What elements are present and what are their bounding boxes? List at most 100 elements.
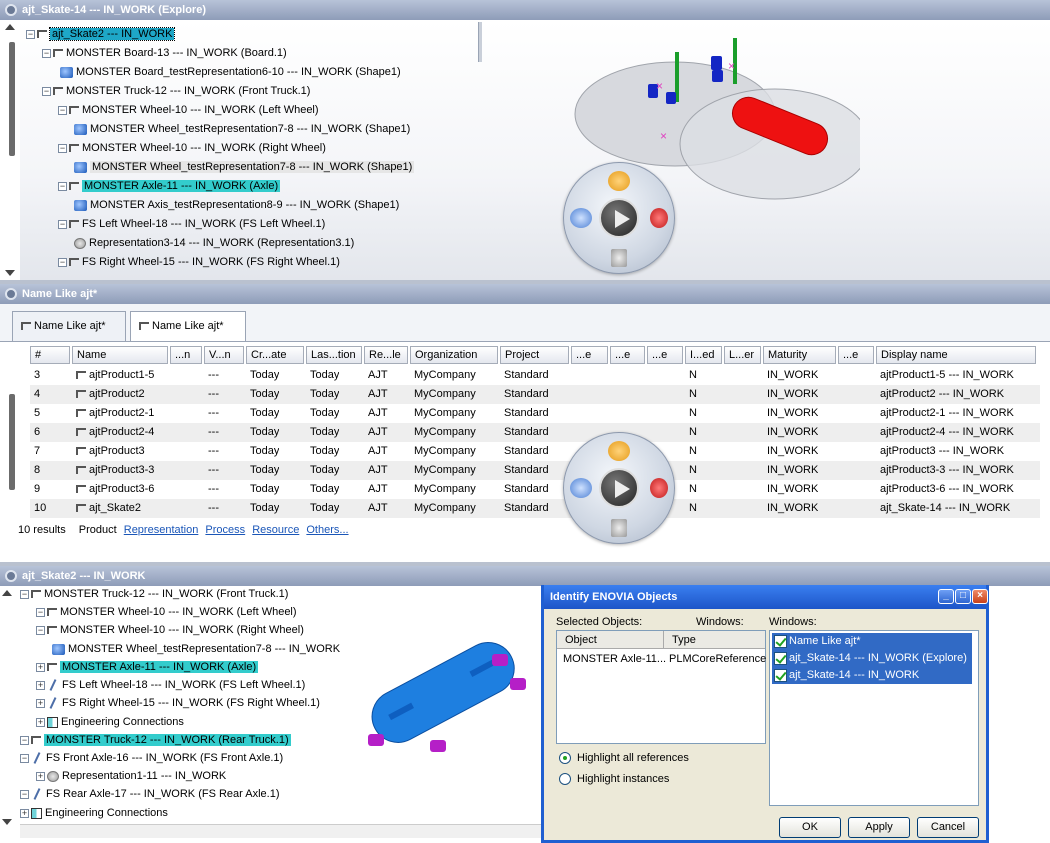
radio-highlight-all-label[interactable]: Highlight all references (577, 752, 689, 764)
table-cell-org[interactable]: MyCompany (410, 423, 476, 442)
robot-compass-2[interactable] (563, 432, 675, 544)
type-cell[interactable]: PLMCoreReference (669, 653, 766, 665)
table-cell-disp[interactable]: ajt_Skate-14 --- IN_WORK (876, 499, 1010, 518)
table-cell-las[interactable]: Today (306, 461, 339, 480)
table-cell-i[interactable]: N (685, 423, 697, 442)
table-cell-cr[interactable]: Today (246, 442, 279, 461)
table-cell-org[interactable]: MyCompany (410, 461, 476, 480)
table-cell-re[interactable]: AJT (364, 480, 388, 499)
table-cell-org[interactable]: MyCompany (410, 385, 476, 404)
table-cell-v[interactable]: --- (204, 404, 219, 423)
table-cell-cr[interactable]: Today (246, 480, 279, 499)
table-cell-re[interactable]: AJT (364, 499, 388, 518)
column-header[interactable]: Name (72, 346, 168, 364)
table-cell-num[interactable]: 7 (30, 442, 40, 461)
expand-toggle-icon[interactable]: − (42, 48, 51, 58)
tree-node[interactable]: + FS Right Wheel-15 --- IN_WORK (FS Right… (36, 695, 320, 712)
skate-3d-viewer[interactable] (360, 636, 530, 756)
results-scrollbar[interactable] (0, 364, 20, 504)
explore-window-titlebar[interactable]: ajt_Skate-14 --- IN_WORK (Explore) (0, 0, 1050, 20)
table-cell-num[interactable]: 5 (30, 404, 40, 423)
scroll-thumb[interactable] (9, 42, 15, 156)
expand-toggle-icon[interactable]: − (58, 143, 67, 153)
table-cell-re[interactable]: AJT (364, 442, 388, 461)
apply-button[interactable]: Apply (848, 817, 910, 838)
table-cell-disp[interactable]: ajtProduct3-3 --- IN_WORK (876, 461, 1014, 480)
window-list-item[interactable]: Name Like ajt* (772, 633, 972, 650)
expand-toggle-icon[interactable]: − (20, 589, 29, 599)
tree-node[interactable]: − MONSTER Truck-12 --- IN_WORK (Front Tru… (42, 83, 310, 100)
ok-button[interactable]: OK (779, 817, 841, 838)
close-icon[interactable]: × (972, 589, 988, 604)
tree-hierarchy-icon[interactable] (650, 478, 668, 498)
table-cell-re[interactable]: AJT (364, 385, 388, 404)
column-header[interactable]: I...ed (685, 346, 722, 364)
tree-node[interactable]: + Engineering Connections (20, 805, 168, 822)
table-cell-org[interactable]: MyCompany (410, 499, 476, 518)
tree-node[interactable]: − FS Front Axle-16 --- IN_WORK (FS Front … (20, 750, 283, 767)
expand-toggle-icon[interactable]: − (20, 753, 29, 763)
radio-highlight-all[interactable] (559, 752, 571, 764)
table-cell-num[interactable]: 10 (30, 499, 46, 518)
tab-name-like-2[interactable]: Name Like ajt* (130, 311, 246, 341)
tree-node[interactable]: MONSTER Board_testRepresentation6-10 ---… (60, 64, 401, 81)
table-cell-mat[interactable]: IN_WORK (763, 366, 818, 385)
table-cell-name[interactable]: ajtProduct2 (72, 385, 145, 404)
filter-product[interactable]: Product (79, 524, 117, 536)
table-cell-name[interactable]: ajtProduct3-6 (72, 480, 154, 499)
play-icon[interactable] (599, 198, 639, 238)
tree-node[interactable]: − FS Right Wheel-15 --- IN_WORK (FS Right… (58, 254, 340, 271)
table-cell-proj[interactable]: Standard (500, 461, 549, 480)
table-cell-disp[interactable]: ajtProduct2 --- IN_WORK (876, 385, 1004, 404)
skate-hscroll[interactable] (20, 824, 550, 838)
column-header[interactable]: L...er (724, 346, 761, 364)
column-header[interactable]: Display name (876, 346, 1036, 364)
expand-toggle-icon[interactable]: − (36, 607, 45, 617)
window-list-item[interactable]: ajt_Skate-14 --- IN_WORK (Explore) (772, 650, 972, 667)
expand-toggle-icon[interactable]: + (20, 808, 29, 818)
table-cell-i[interactable]: N (685, 442, 697, 461)
expand-toggle-icon[interactable]: + (36, 771, 45, 781)
tree-node[interactable]: MONSTER Wheel_testRepresentation7-8 --- … (74, 159, 415, 176)
table-cell-cr[interactable]: Today (246, 366, 279, 385)
selected-objects-list[interactable]: Object Type MONSTER Axle-11... PLMCoreRe… (556, 630, 766, 744)
radio-highlight-instances[interactable] (559, 773, 571, 785)
tree-node[interactable]: − MONSTER Truck-12 --- IN_WORK (Rear Truc… (20, 732, 291, 749)
table-cell-v[interactable]: --- (204, 423, 219, 442)
column-header[interactable]: V...n (204, 346, 244, 364)
expand-toggle-icon[interactable]: − (58, 181, 67, 191)
tab-name-like-1[interactable]: Name Like ajt* (12, 311, 126, 341)
windows-list[interactable]: Name Like ajt* ajt_Skate-14 --- IN_WORK (… (769, 630, 979, 806)
table-cell-name[interactable]: ajtProduct3 (72, 442, 145, 461)
table-cell-cr[interactable]: Today (246, 404, 279, 423)
radio-highlight-instances-label[interactable]: Highlight instances (577, 773, 669, 785)
column-header[interactable]: Re...le (364, 346, 408, 364)
column-header[interactable]: ...e (610, 346, 645, 364)
table-cell-cr[interactable]: Today (246, 385, 279, 404)
skate-scrollbar[interactable] (0, 586, 14, 843)
table-cell-las[interactable]: Today (306, 423, 339, 442)
search-window-titlebar[interactable]: Name Like ajt* (0, 284, 1050, 304)
tree-node[interactable]: − MONSTER Board-13 --- IN_WORK (Board.1) (42, 45, 287, 62)
scroll-down-icon[interactable] (2, 819, 12, 825)
table-cell-v[interactable]: --- (204, 480, 219, 499)
table-cell-name[interactable]: ajt_Skate2 (72, 499, 141, 518)
table-cell-proj[interactable]: Standard (500, 366, 549, 385)
column-header[interactable]: Maturity (763, 346, 836, 364)
column-header[interactable]: ...e (838, 346, 874, 364)
window-list-item[interactable]: ajt_Skate-14 --- IN_WORK (772, 667, 972, 684)
panel-sash[interactable] (478, 22, 482, 62)
table-cell-mat[interactable]: IN_WORK (763, 423, 818, 442)
expand-toggle-icon[interactable]: − (26, 29, 35, 39)
table-cell-org[interactable]: MyCompany (410, 366, 476, 385)
table-cell-name[interactable]: ajtProduct2-4 (72, 423, 154, 442)
table-cell-las[interactable]: Today (306, 480, 339, 499)
filter-others[interactable]: Others... (306, 524, 348, 536)
tree-node[interactable]: + Representation1-11 --- IN_WORK (36, 768, 226, 785)
table-cell-mat[interactable]: IN_WORK (763, 499, 818, 518)
table-cell-v[interactable]: --- (204, 442, 219, 461)
table-cell-cr[interactable]: Today (246, 423, 279, 442)
table-cell-proj[interactable]: Standard (500, 423, 549, 442)
tree-hierarchy-icon[interactable] (650, 208, 668, 228)
tree-node[interactable]: − MONSTER Wheel-10 --- IN_WORK (Right Whe… (36, 622, 304, 639)
